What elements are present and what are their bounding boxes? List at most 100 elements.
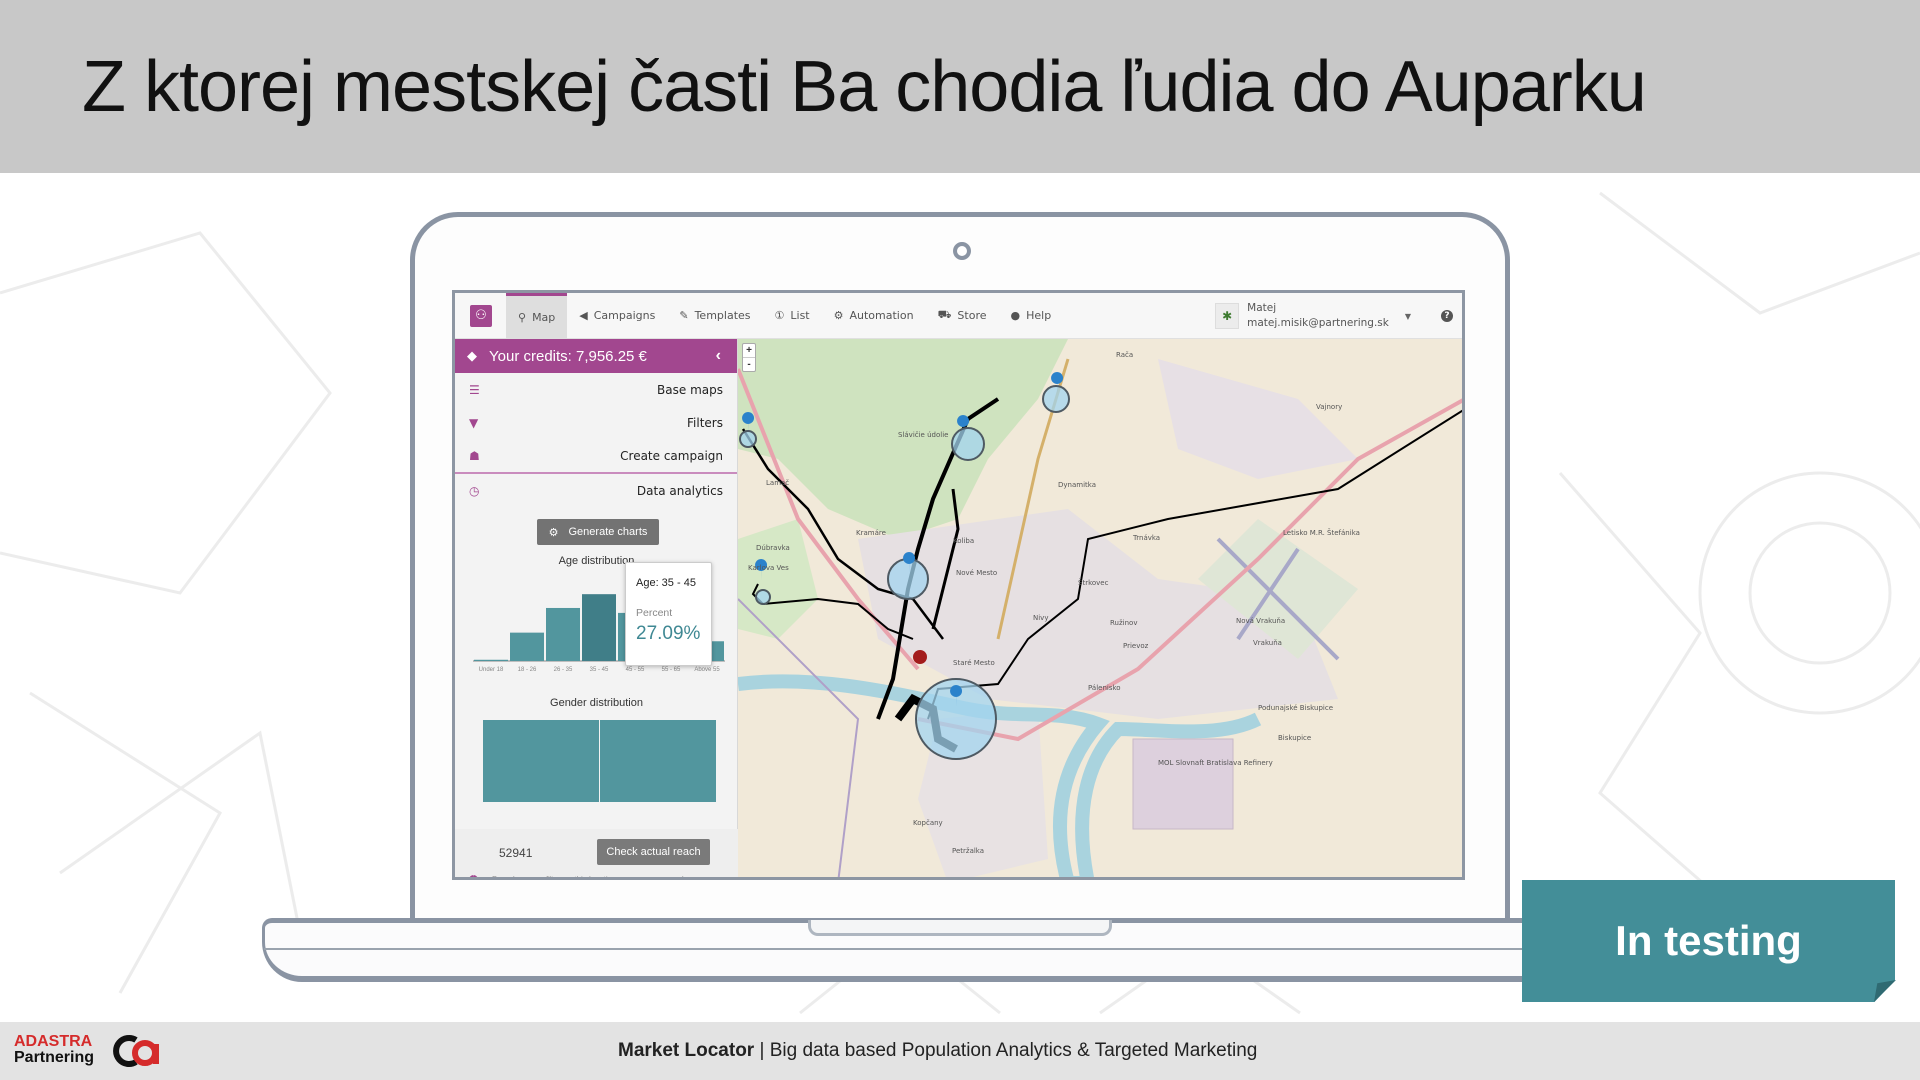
map-label: Nové Mesto	[956, 569, 998, 577]
zoom-out-button[interactable]: -	[743, 357, 755, 371]
status-badge: In testing	[1522, 880, 1895, 1002]
laptop-notch	[808, 920, 1112, 936]
nav-label: Help	[1026, 309, 1052, 322]
nav-label: Templates	[694, 309, 751, 322]
urban-area	[1158, 359, 1358, 479]
question-icon[interactable]: ?	[1441, 310, 1453, 322]
app-logo-icon[interactable]: ⚇	[470, 304, 492, 327]
age-tick-label: 26 - 35	[554, 667, 573, 673]
map-label: Kopčany	[913, 819, 943, 827]
map-view[interactable]: + - Rača Vajnory Lamač Dúbravka Nové Mes…	[738, 339, 1465, 880]
reach-note: i Based on your filter on this location …	[469, 875, 687, 880]
caret-down-icon[interactable]: ▼	[1405, 312, 1411, 321]
tooltip-label: Age: 35 - 45	[636, 577, 696, 589]
user-avatar: ✱	[1215, 303, 1240, 329]
footer-separator: |	[754, 1040, 770, 1061]
info-icon: i	[469, 875, 478, 877]
info-icon: ●	[1010, 309, 1021, 322]
cogs-icon: ⚙	[833, 309, 844, 322]
map-label: MOL Slovnaft Bratislava Refinery	[1158, 759, 1273, 767]
laptop-base-line	[264, 948, 1542, 950]
layers-icon: ☰	[469, 382, 480, 397]
map-label: Koliba	[953, 537, 975, 545]
sidebar-item-create-campaign[interactable]: ☗ Create campaign	[455, 439, 737, 472]
age-tick-label: Above 55	[694, 667, 720, 673]
map-label: Dynamitka	[1058, 481, 1096, 489]
map-label: Lamač	[766, 479, 790, 487]
map-label: Petržalka	[952, 847, 985, 855]
zoom-control: + -	[742, 343, 756, 372]
map-label: Podunajské Biskupice	[1258, 704, 1334, 712]
nav-store[interactable]: ⛟ Store	[926, 293, 999, 339]
zoom-in-button[interactable]: +	[743, 344, 755, 357]
map-label: Nová Vrakuňa	[1236, 617, 1286, 625]
map-label: Letisko M.R. Štefánika	[1283, 529, 1360, 537]
map-label: Prievoz	[1123, 642, 1149, 650]
tooltip-value: 27.09%	[636, 623, 701, 644]
user-menu[interactable]: ✱ Matej matej.misik@partnering.sk ▼ ?	[1215, 293, 1453, 339]
tooltip-sub: Percent	[636, 607, 673, 619]
age-bar	[510, 632, 544, 661]
nav-campaigns[interactable]: ◀ Campaigns	[567, 293, 667, 339]
nav-label: Store	[957, 309, 987, 322]
age-tick-label: 55 - 65	[662, 667, 681, 673]
sidebar: ◆ Your credits: 7,956.25 € ‹ ☰ Base maps…	[455, 339, 738, 880]
age-tick-label: Under 18	[479, 667, 504, 673]
sidebar-item-label: Filters	[687, 415, 723, 430]
collapse-chevron-icon[interactable]: ‹	[716, 347, 721, 365]
megaphone-icon: ◀	[579, 309, 588, 322]
map-canvas[interactable]	[738, 339, 1465, 880]
gender-bar-women	[600, 720, 716, 802]
map-label: Pálenisko	[1088, 684, 1121, 692]
nav-label: Map	[532, 310, 556, 324]
age-bar	[474, 659, 508, 661]
age-tick-label: 45 - 55	[626, 667, 645, 673]
reach-circle	[1042, 385, 1070, 413]
nav-map[interactable]: ⚲ Map	[506, 293, 568, 339]
nav-help[interactable]: ● Help	[999, 293, 1064, 339]
map-label: Dúbravka	[756, 544, 790, 552]
top-navigation: ⚇ ⚲ Map ◀ Campaigns ✎ Templates ① List ⚙…	[455, 293, 1462, 339]
dashboard-icon: ◷	[469, 483, 480, 498]
map-label: Rača	[1116, 351, 1134, 359]
brand-logo: ADASTRA Partnering	[14, 1034, 94, 1066]
map-label: Štrkovec	[1078, 579, 1109, 587]
refinery-area	[1132, 738, 1234, 830]
slide-header: Z ktorej mestskej časti Ba chodia ľudia …	[0, 0, 1920, 173]
age-bar	[582, 594, 616, 661]
destination-marker-icon	[913, 650, 927, 664]
map-label: Slávičie údolie	[898, 431, 949, 439]
nav-templates[interactable]: ✎ Templates	[667, 293, 762, 339]
nav-label: Automation	[849, 309, 914, 322]
gender-chart-title: Gender distribution	[550, 697, 643, 709]
reach-circle	[887, 558, 929, 600]
nav-label: Campaigns	[593, 309, 656, 322]
forest-area	[738, 339, 1068, 539]
sidebar-item-base-maps[interactable]: ☰ Base maps	[455, 373, 737, 406]
credits-bar: ◆ Your credits: 7,956.25 € ‹	[455, 339, 737, 373]
reach-note-text: Based on your filter on this location yo…	[492, 875, 687, 880]
users-icon: ☗	[469, 448, 480, 463]
check-actual-reach-button[interactable]: Check actual reach	[597, 839, 710, 865]
nav-label: List	[790, 309, 810, 322]
sidebar-item-data-analytics[interactable]: ◷ Data analytics	[455, 474, 737, 507]
product-name: Market Locator	[618, 1040, 755, 1061]
map-label: Ružinov	[1110, 619, 1138, 627]
slide-footer: ADASTRA Partnering Market Locator | Big …	[0, 1022, 1920, 1080]
forest-area	[738, 519, 818, 639]
sidebar-item-filters[interactable]: ▼ Filters	[455, 406, 737, 439]
map-label: Biskupice	[1278, 734, 1312, 742]
user-name: Matej	[1247, 302, 1277, 314]
reach-circle	[951, 427, 985, 461]
age-bar	[546, 607, 580, 661]
piggy-bank-icon: ◆	[467, 348, 477, 363]
slide-title: Z ktorej mestskej časti Ba chodia ľudia …	[82, 47, 1647, 127]
sidebar-item-label: Create campaign	[620, 448, 723, 463]
map-label: Kramáre	[856, 529, 886, 537]
map-label: Nivy	[1033, 614, 1049, 622]
map-label: Vrakuňa	[1253, 639, 1282, 647]
nav-automation[interactable]: ⚙ Automation	[822, 293, 926, 339]
generate-charts-button[interactable]: ⚙ Generate charts	[537, 519, 659, 545]
nav-list[interactable]: ① List	[763, 293, 822, 339]
sidebar-item-label: Data analytics	[636, 483, 723, 498]
